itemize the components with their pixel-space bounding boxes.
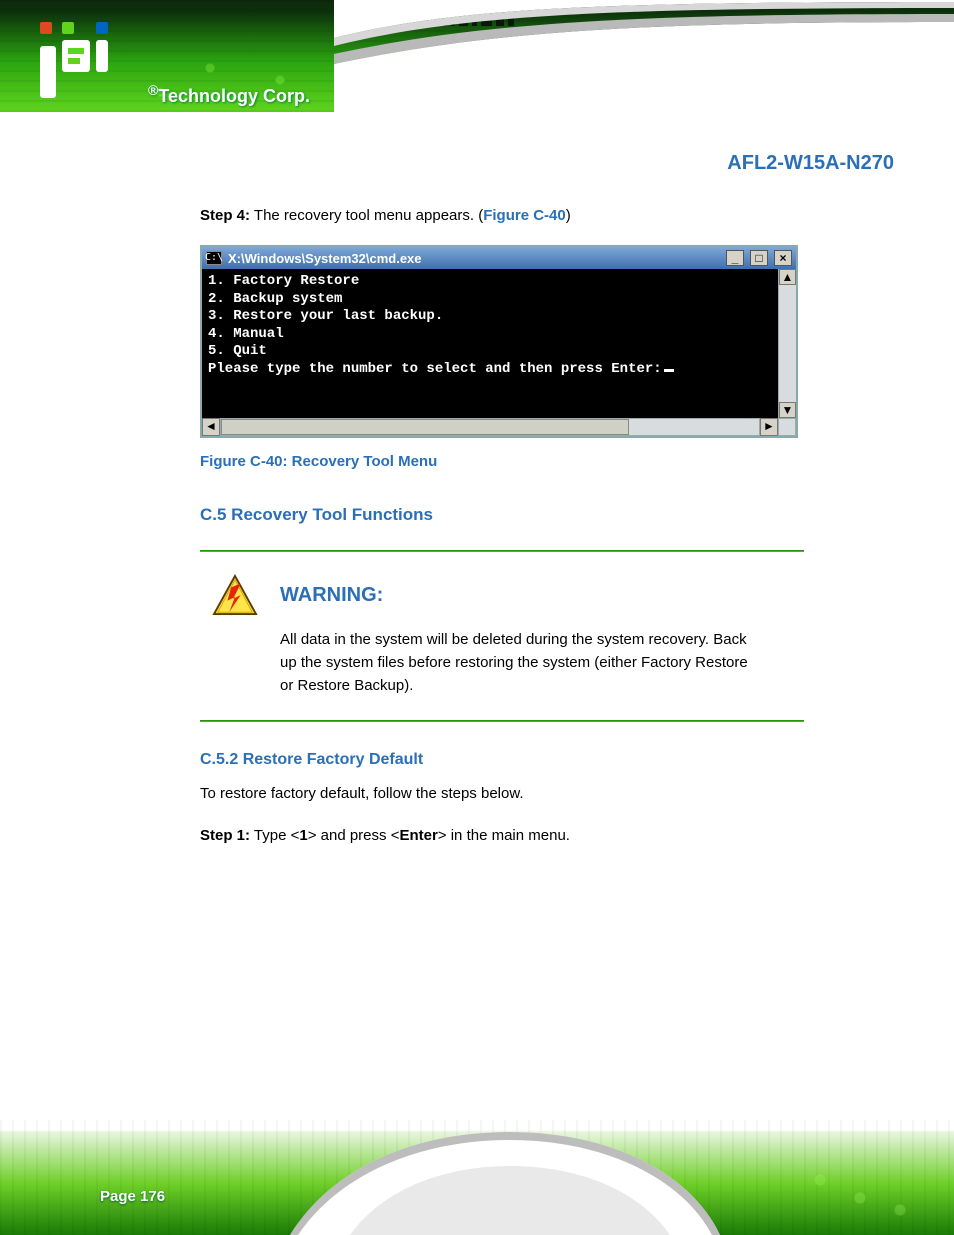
cmd-window: C:\ X:\Windows\System32\cmd.exe _ □ × 1.… xyxy=(200,245,798,438)
logo-letter-i-1 xyxy=(40,46,56,98)
scroll-right-button[interactable]: ► xyxy=(760,418,778,436)
cmd-line: 1. Factory Restore xyxy=(208,273,772,291)
logo-letter-i-2 xyxy=(96,40,108,72)
cmd-prompt-line: Please type the number to select and the… xyxy=(208,361,772,379)
cmd-line: 4. Manual xyxy=(208,326,772,344)
divider-top xyxy=(200,550,804,552)
step-4-line: Step 4: The recovery tool menu appears. … xyxy=(200,204,804,227)
step-1-label: Step 1: xyxy=(200,827,250,844)
iei-logo: ®®Technology Corp.Technology Corp. xyxy=(40,22,108,98)
step-1-line: Step 1: Type <1> and press <Enter> in th… xyxy=(200,824,804,847)
step-intro-text: The recovery tool menu appears. ( xyxy=(254,207,483,224)
page-header-banner: ®®Technology Corp.Technology Corp. xyxy=(0,0,954,112)
cmd-titlebar: C:\ X:\Windows\System32\cmd.exe _ □ × xyxy=(202,247,796,269)
footer-swoosh xyxy=(290,1120,720,1235)
warning-text: All data in the system will be deleted d… xyxy=(280,628,750,698)
cursor-icon xyxy=(664,369,674,372)
figure-caption: Figure C-40: Recovery Tool Menu xyxy=(200,450,804,473)
close-button[interactable]: × xyxy=(774,250,792,266)
horizontal-scrollbar[interactable]: ◄ ► xyxy=(202,418,796,436)
cmd-title: X:\Windows\System32\cmd.exe xyxy=(228,251,720,266)
step-label: Step 4: xyxy=(200,207,250,224)
warning-icon xyxy=(212,574,258,616)
scrollbar-corner xyxy=(778,418,796,436)
maximize-button[interactable]: □ xyxy=(750,250,768,266)
divider-bottom xyxy=(200,720,804,722)
cmd-line: 5. Quit xyxy=(208,343,772,361)
logo-dot-red xyxy=(40,22,52,34)
logo-dot-green xyxy=(62,22,74,34)
scroll-left-button[interactable]: ◄ xyxy=(202,418,220,436)
page-footer-banner: Page 176 xyxy=(0,1120,954,1235)
warning-block: WARNING: All data in the system will be … xyxy=(212,574,792,698)
vertical-scrollbar[interactable]: ▲ ▼ xyxy=(778,269,796,418)
minimize-button[interactable]: _ xyxy=(726,250,744,266)
cmd-line: 2. Backup system xyxy=(208,291,772,309)
subsection-intro: To restore factory default, follow the s… xyxy=(200,782,804,805)
brand-text: ®®Technology Corp.Technology Corp. xyxy=(148,82,310,107)
product-title: AFL2-W15A-N270 xyxy=(727,152,894,175)
subsection-heading: C.5.2 Restore Factory Default xyxy=(200,748,804,773)
hscroll-thumb[interactable] xyxy=(221,419,629,435)
hscroll-track[interactable] xyxy=(220,418,760,436)
logo-dot-blue xyxy=(96,22,108,34)
page-content: AFL2-W15A-N270 Step 4: The recovery tool… xyxy=(0,112,954,1120)
cmd-line: 3. Restore your last backup. xyxy=(208,308,772,326)
header-swoosh xyxy=(334,0,954,112)
warning-title: WARNING: xyxy=(280,580,383,611)
page-number: Page 176 xyxy=(100,1188,165,1205)
logo-letter-e xyxy=(62,40,90,72)
figure-ref-link[interactable]: Figure C-40 xyxy=(483,207,566,224)
scroll-up-button[interactable]: ▲ xyxy=(779,269,796,285)
cmd-terminal[interactable]: 1. Factory Restore 2. Backup system 3. R… xyxy=(202,269,778,418)
cmd-icon: C:\ xyxy=(206,251,222,265)
scroll-down-button[interactable]: ▼ xyxy=(779,402,796,418)
section-heading: C.5 Recovery Tool Functions xyxy=(200,502,804,528)
